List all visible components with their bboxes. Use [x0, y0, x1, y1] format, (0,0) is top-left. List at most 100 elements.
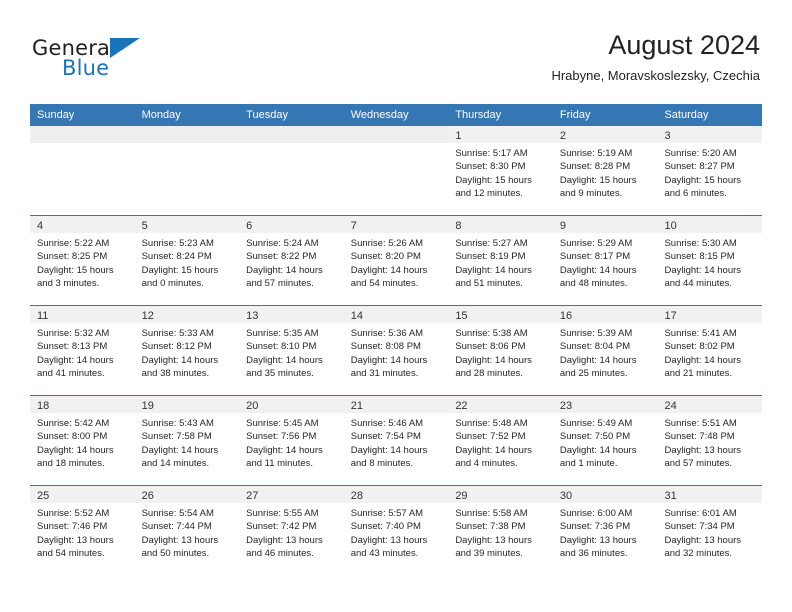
calendar-day-cell[interactable]: 11 Sunrise: 5:32 AM Sunset: 8:13 PM Dayligh…	[30, 306, 135, 395]
day-number: 2	[559, 130, 567, 142]
day-number-bar	[134, 126, 240, 143]
sunrise-text: Sunrise: 5:57 AM	[350, 508, 424, 519]
calendar-day-cell[interactable]: 9 Sunrise: 5:29 AM Sunset: 8:17 PM Daylight…	[552, 216, 658, 305]
sunrise-text: Sunrise: 6:01 AM	[664, 508, 737, 519]
day-detail-body: Sunrise: 5:54 AM Sunset: 7:44 PM Daylight:…	[135, 503, 240, 561]
daylight-text-cont: and 43 minutes.	[350, 548, 419, 560]
daylight-text: Daylight: 13 hours	[350, 534, 428, 546]
day-detail-body: Sunrise: 5:49 AM Sunset: 7:50 PM Daylight:…	[553, 413, 658, 471]
day-number-bar: 4	[30, 216, 135, 233]
day-detail-body: Sunrise: 5:19 AM Sunset: 8:28 PM Daylight:…	[553, 143, 658, 201]
calendar-day-cell[interactable]: 7 Sunrise: 5:26 AM Sunset: 8:20 PM Daylight…	[343, 216, 449, 305]
calendar-day-cell[interactable]: 14 Sunrise: 5:36 AM Sunset: 8:08 PM Dayligh…	[343, 306, 449, 395]
calendar-day-cell[interactable]: 26 Sunrise: 5:54 AM Sunset: 7:44 PM Dayligh…	[134, 486, 240, 575]
day-number-bar: 28	[343, 486, 449, 503]
day-number: 12	[141, 310, 154, 322]
sunrise-text: Sunrise: 6:00 AM	[559, 508, 633, 519]
calendar-day-cell[interactable]: 18 Sunrise: 5:42 AM Sunset: 8:00 PM Dayligh…	[30, 396, 135, 485]
day-detail-body: Sunrise: 5:23 AM Sunset: 8:24 PM Daylight:…	[135, 233, 240, 291]
sunrise-text: Sunrise: 5:45 AM	[246, 418, 319, 429]
calendar-day-cell[interactable]: 15 Sunrise: 5:38 AM Sunset: 8:06 PM Dayligh…	[448, 306, 553, 395]
sunrise-text: Sunrise: 5:26 AM	[350, 238, 424, 249]
day-number-bar: 5	[134, 216, 240, 233]
daylight-text-cont: and 21 minutes.	[664, 368, 733, 380]
calendar-day-cell[interactable]: 5 Sunrise: 5:23 AM Sunset: 8:24 PM Daylight…	[134, 216, 240, 305]
sunrise-text: Sunrise: 5:30 AM	[664, 238, 737, 249]
sunset-text: Sunset: 8:15 PM	[664, 251, 735, 263]
calendar-day-cell[interactable]: 8 Sunrise: 5:27 AM Sunset: 8:19 PM Daylight…	[448, 216, 553, 305]
calendar-day-cell[interactable]: 6 Sunrise: 5:24 AM Sunset: 8:22 PM Daylight…	[239, 216, 344, 305]
calendar-day-cell[interactable]: 20 Sunrise: 5:45 AM Sunset: 7:56 PM Dayligh…	[239, 396, 344, 485]
day-detail-body: Sunrise: 5:26 AM Sunset: 8:20 PM Daylight:…	[344, 233, 449, 291]
calendar-day-cell[interactable]: 31 Sunrise: 6:01 AM Sunset: 7:34 PM Dayligh…	[657, 486, 763, 575]
daylight-text-cont: and 8 minutes.	[350, 458, 414, 470]
sunset-text: Sunset: 7:50 PM	[559, 431, 631, 443]
calendar-day-cell[interactable]: 4 Sunrise: 5:22 AM Sunset: 8:25 PM Daylight…	[30, 216, 135, 305]
day-detail-body: Sunrise: 5:55 AM Sunset: 7:42 PM Daylight:…	[239, 503, 344, 561]
calendar-day-cell[interactable]: 12 Sunrise: 5:33 AM Sunset: 8:12 PM Dayligh…	[134, 306, 240, 395]
day-detail-body: Sunrise: 5:27 AM Sunset: 8:19 PM Daylight:…	[448, 233, 553, 291]
calendar-day-cell[interactable]: 10 Sunrise: 5:30 AM Sunset: 8:15 PM Dayligh…	[657, 216, 763, 305]
calendar-day-cell[interactable]: 1 Sunrise: 5:17 AM Sunset: 8:30 PM Daylight…	[448, 126, 553, 215]
sunrise-text: Sunrise: 5:17 AM	[455, 148, 528, 159]
day-number-bar: 21	[343, 396, 449, 413]
calendar-day-cell[interactable]: 27 Sunrise: 5:55 AM Sunset: 7:42 PM Dayligh…	[239, 486, 344, 575]
calendar-day-cell[interactable]: 17 Sunrise: 5:41 AM Sunset: 8:02 PM Dayligh…	[657, 306, 763, 395]
day-number: 17	[664, 310, 677, 322]
daylight-text-cont: and 28 minutes.	[455, 368, 523, 380]
daylight-text-cont: and 46 minutes.	[246, 548, 314, 560]
calendar-day-cell[interactable]: 25 Sunrise: 5:52 AM Sunset: 7:46 PM Dayligh…	[30, 486, 135, 575]
day-detail-body: Sunrise: 5:52 AM Sunset: 7:46 PM Daylight:…	[30, 503, 135, 561]
daylight-text-cont: and 35 minutes.	[246, 368, 314, 380]
day-number: 1	[455, 130, 462, 142]
day-detail-body: Sunrise: 5:48 AM Sunset: 7:52 PM Daylight:…	[448, 413, 553, 471]
calendar-day-cell[interactable]: 24 Sunrise: 5:51 AM Sunset: 7:48 PM Dayligh…	[657, 396, 763, 485]
daylight-text-cont: and 39 minutes.	[455, 548, 523, 560]
daylight-text-cont: and 38 minutes.	[141, 368, 210, 380]
day-number-bar: 19	[134, 396, 240, 413]
calendar-day-cell[interactable]: 19 Sunrise: 5:43 AM Sunset: 7:58 PM Dayligh…	[134, 396, 240, 485]
calendar-day-cell[interactable]: 2 Sunrise: 5:19 AM Sunset: 8:28 PM Daylight…	[552, 126, 658, 215]
sunset-text: Sunset: 8:25 PM	[37, 251, 108, 263]
sunrise-text: Sunrise: 5:22 AM	[37, 238, 110, 249]
calendar-day-cell[interactable]: 13 Sunrise: 5:35 AM Sunset: 8:10 PM Dayligh…	[239, 306, 344, 395]
daylight-text: Daylight: 14 hours	[559, 444, 637, 456]
calendar-day-cell[interactable]: 29 Sunrise: 5:58 AM Sunset: 7:38 PM Dayligh…	[448, 486, 553, 575]
day-number-bar: 22	[448, 396, 553, 413]
sunrise-text: Sunrise: 5:48 AM	[455, 418, 528, 429]
sunrise-text: Sunrise: 5:24 AM	[246, 238, 319, 249]
sunrise-text: Sunrise: 5:38 AM	[455, 328, 528, 339]
day-detail-body: Sunrise: 5:45 AM Sunset: 7:56 PM Daylight:…	[239, 413, 344, 471]
weekday-header-sunday: Sunday	[37, 109, 75, 121]
calendar-day-cell[interactable]: 22 Sunrise: 5:48 AM Sunset: 7:52 PM Dayligh…	[448, 396, 553, 485]
day-number-bar: 14	[343, 306, 449, 323]
calendar-day-cell[interactable]: 16 Sunrise: 5:39 AM Sunset: 8:04 PM Dayligh…	[552, 306, 658, 395]
sunset-text: Sunset: 8:20 PM	[350, 251, 421, 263]
daylight-text: Daylight: 14 hours	[455, 444, 532, 456]
calendar-empty-cell	[343, 126, 449, 215]
day-detail-body: Sunrise: 5:39 AM Sunset: 8:04 PM Daylight:…	[553, 323, 658, 381]
day-detail-body: Sunrise: 5:43 AM Sunset: 7:58 PM Daylight:…	[135, 413, 240, 471]
calendar-day-cell[interactable]: 30 Sunrise: 6:00 AM Sunset: 7:36 PM Dayligh…	[552, 486, 658, 575]
sunrise-text: Sunrise: 5:52 AM	[37, 508, 110, 519]
day-detail-body	[135, 143, 240, 147]
day-number: 9	[559, 220, 567, 232]
calendar-week-row: 1 Sunrise: 5:17 AM Sunset: 8:30 PM Daylight…	[30, 126, 763, 215]
day-detail-body: Sunrise: 5:33 AM Sunset: 8:12 PM Daylight:…	[135, 323, 240, 381]
calendar-day-cell[interactable]: 3 Sunrise: 5:20 AM Sunset: 8:27 PM Daylight…	[657, 126, 763, 215]
day-number-bar: 3	[657, 126, 763, 143]
day-number: 3	[664, 130, 671, 142]
brand-logo[interactable]: General Blue	[32, 36, 232, 88]
day-number: 21	[350, 400, 363, 412]
day-detail-body: Sunrise: 5:32 AM Sunset: 8:13 PM Daylight:…	[30, 323, 135, 381]
sunset-text: Sunset: 8:10 PM	[246, 341, 317, 353]
daylight-text: Daylight: 13 hours	[664, 534, 742, 546]
sunrise-text: Sunrise: 5:55 AM	[246, 508, 319, 519]
calendar-day-cell[interactable]: 28 Sunrise: 5:57 AM Sunset: 7:40 PM Dayligh…	[343, 486, 449, 575]
sunset-text: Sunset: 8:19 PM	[455, 251, 526, 263]
calendar-day-cell[interactable]: 23 Sunrise: 5:49 AM Sunset: 7:50 PM Dayligh…	[552, 396, 658, 485]
day-number-bar: 26	[134, 486, 240, 503]
calendar-week-row: 18 Sunrise: 5:42 AM Sunset: 8:00 PM Dayligh…	[30, 395, 763, 485]
daylight-text: Daylight: 14 hours	[246, 354, 323, 366]
calendar-day-cell[interactable]: 21 Sunrise: 5:46 AM Sunset: 7:54 PM Dayligh…	[343, 396, 449, 485]
